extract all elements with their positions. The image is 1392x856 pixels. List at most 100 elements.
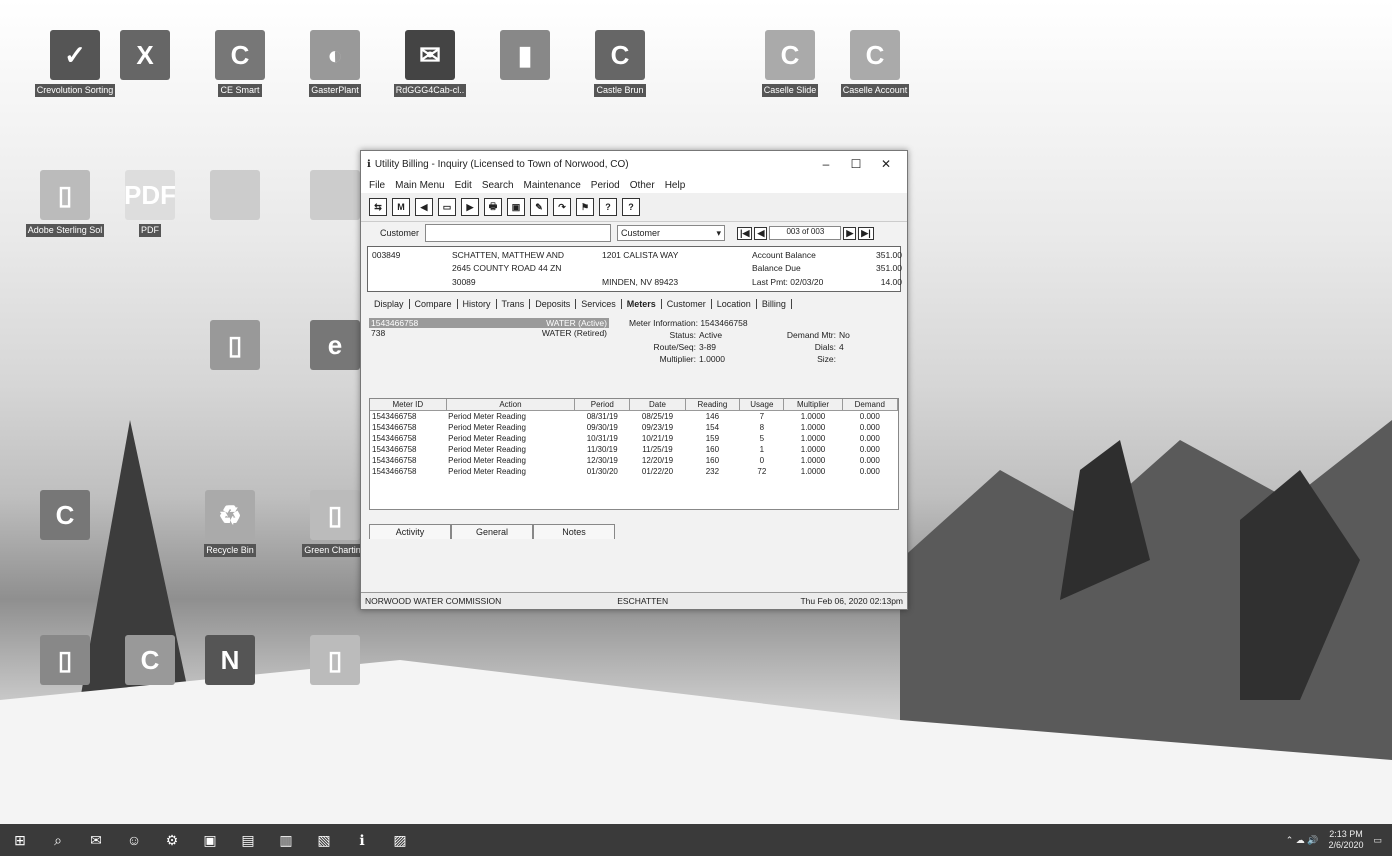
menu-item[interactable]: Period (591, 180, 620, 191)
table-cell: 1543466758 (372, 445, 417, 454)
taskbar-app-icon[interactable]: ▣ (200, 830, 220, 850)
toolbar-button[interactable]: ⇆ (369, 198, 387, 216)
toolbar-button[interactable]: ⚑ (576, 198, 594, 216)
tab-customer[interactable]: Customer (662, 299, 712, 309)
notification-icon[interactable]: ▭ (1373, 835, 1382, 846)
toolbar-button[interactable]: ▣ (507, 198, 525, 216)
menu-item[interactable]: Other (630, 180, 655, 191)
taskbar-app-icon[interactable]: ⊞ (10, 830, 30, 850)
desktop-icon[interactable]: C Caselle Account (830, 30, 920, 98)
desktop-icon[interactable]: C (105, 635, 195, 685)
meter-activity-grid[interactable]: Meter ID Action Period Date Reading Usage Mult… (369, 398, 899, 510)
column-header[interactable]: Usage (739, 399, 785, 411)
toolbar-button[interactable]: ? (599, 198, 617, 216)
tab-services[interactable]: Services (576, 299, 622, 309)
table-row[interactable]: 1543466758 Period Meter Reading 01/30/20 01… (370, 466, 898, 477)
tab-history[interactable]: History (458, 299, 497, 309)
taskbar-app-icon[interactable]: ▨ (390, 830, 410, 850)
desktop-icon[interactable] (190, 170, 280, 220)
taskbar-app-icon[interactable]: ⚙ (162, 830, 182, 850)
clock[interactable]: 2:13 PM 2/6/2020 (1328, 829, 1363, 851)
menu-item[interactable]: Edit (455, 180, 472, 191)
meter-list-item[interactable]: 1543466758 WATER (Active) (369, 318, 609, 328)
first-record-button[interactable]: |◀ (737, 226, 753, 240)
tab-display[interactable]: Display (369, 299, 410, 309)
multiplier-label: Multiplier: (659, 354, 696, 364)
maximize-button[interactable]: ☐ (841, 157, 871, 171)
desktop-icon[interactable]: ▯ Adobe Sterling Sol (20, 170, 110, 238)
tab-trans[interactable]: Trans (497, 299, 531, 309)
desktop-icon[interactable]: C CE Smart (195, 30, 285, 98)
column-header[interactable]: Multiplier (783, 399, 843, 411)
taskbar-app-icon[interactable]: ⌕ (48, 830, 68, 850)
column-header[interactable]: Date (629, 399, 686, 411)
app-icon: C (125, 635, 175, 685)
toolbar-button[interactable]: ↷ (553, 198, 571, 216)
toolbar-button[interactable]: ? (622, 198, 640, 216)
desktop-icon[interactable]: ◐ GasterPlant (290, 30, 380, 98)
bottom-tab-notes[interactable]: Notes (533, 524, 615, 539)
toolbar-button[interactable]: M (392, 198, 410, 216)
menu-item[interactable]: Search (482, 180, 514, 191)
table-row[interactable]: 1543466758 Period Meter Reading 10/31/19 10… (370, 433, 898, 444)
search-by-select[interactable]: Customer ▾ (617, 225, 725, 241)
meter-list[interactable]: 1543466758 WATER (Active) 738 WATER (Retir… (369, 318, 609, 380)
minimize-button[interactable]: – (811, 157, 841, 171)
taskbar-app-icon[interactable]: ℹ (352, 830, 372, 850)
close-button[interactable]: ✕ (871, 157, 901, 171)
desktop-icon[interactable]: ▯ (20, 635, 110, 685)
customer-input[interactable] (425, 224, 611, 242)
next-record-button[interactable]: ▶ (843, 226, 857, 240)
tab-compare[interactable]: Compare (410, 299, 458, 309)
table-row[interactable]: 1543466758 Period Meter Reading 09/30/19 09… (370, 422, 898, 433)
taskbar-app-icon[interactable]: ▥ (276, 830, 296, 850)
toolbar-button[interactable]: 🖶 (484, 198, 502, 216)
tab-billing[interactable]: Billing (757, 299, 792, 309)
desktop-icon[interactable]: C (20, 490, 110, 540)
column-header[interactable]: Meter ID (370, 399, 447, 411)
toolbar-button[interactable]: ✎ (530, 198, 548, 216)
table-row[interactable]: 1543466758 Period Meter Reading 08/31/19 08… (370, 411, 898, 423)
bottom-tab-general[interactable]: General (451, 524, 533, 539)
table-cell: 232 (705, 467, 720, 476)
toolbar-button[interactable]: ◀ (415, 198, 433, 216)
toolbar-button[interactable]: ▶ (461, 198, 479, 216)
column-header[interactable]: Period (574, 399, 631, 411)
window-titlebar[interactable]: ℹ Utility Billing - Inquiry (Licensed to… (361, 151, 907, 177)
table-cell: 5 (759, 434, 765, 443)
desktop-icon[interactable]: C Caselle Slide (745, 30, 835, 98)
taskbar-app-icon[interactable]: ✉ (86, 830, 106, 850)
desktop-icon[interactable]: C Castle Brun (575, 30, 665, 98)
bottom-tab-activity[interactable]: Activity (369, 524, 451, 539)
desktop-icon[interactable]: ✉ RdGGG4Cab-cl.. (385, 30, 475, 98)
desktop-icon[interactable]: ♻ Recycle Bin (185, 490, 275, 558)
tab-deposits[interactable]: Deposits (530, 299, 577, 309)
taskbar-app-icon[interactable]: ☺ (124, 830, 144, 850)
desktop-icon[interactable]: ▮ (480, 30, 570, 80)
desktop-icon[interactable]: PDF PDF (105, 170, 195, 238)
desktop-icon[interactable]: X (100, 30, 190, 80)
meter-list-item[interactable]: 738 WATER (Retired) (369, 328, 609, 338)
column-header[interactable]: Reading (685, 399, 741, 411)
column-header[interactable]: Action (446, 399, 576, 411)
tab-meters[interactable]: Meters (622, 299, 662, 309)
table-row[interactable]: 1543466758 Period Meter Reading 12/30/19 12… (370, 455, 898, 466)
tray-icons[interactable]: ⌃ ☁ 🔊 (1286, 835, 1319, 846)
toolbar-button[interactable]: ▭ (438, 198, 456, 216)
desktop-icon[interactable]: N (185, 635, 275, 685)
menu-item[interactable]: Help (665, 180, 686, 191)
app-icon: C (595, 30, 645, 80)
table-row[interactable]: 1543466758 Period Meter Reading 11/30/19 11… (370, 444, 898, 455)
prev-record-button[interactable]: ◀ (754, 226, 768, 240)
menu-item[interactable]: Maintenance (524, 180, 581, 191)
menu-item[interactable]: Main Menu (395, 180, 444, 191)
taskbar-app-icon[interactable]: ▤ (238, 830, 258, 850)
column-header[interactable]: Demand (842, 399, 898, 411)
desktop-icon[interactable]: ▯ (190, 320, 280, 370)
tab-location[interactable]: Location (712, 299, 757, 309)
dials-label: Dials: (814, 342, 836, 352)
taskbar-app-icon[interactable]: ▧ (314, 830, 334, 850)
desktop-icon[interactable]: ▯ (290, 635, 380, 685)
menu-item[interactable]: File (369, 180, 385, 191)
last-record-button[interactable]: ▶| (858, 226, 874, 240)
